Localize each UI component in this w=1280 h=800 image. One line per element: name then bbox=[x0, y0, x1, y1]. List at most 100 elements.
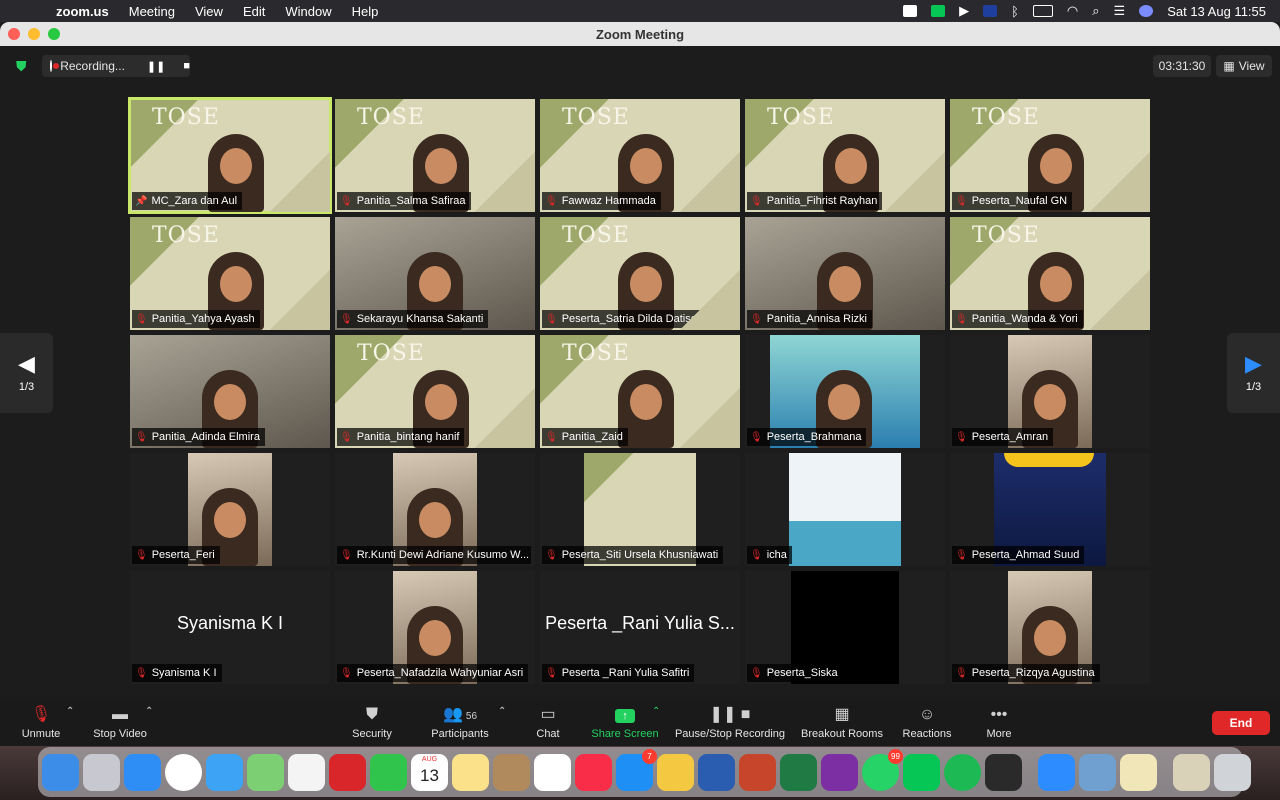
books-icon[interactable] bbox=[657, 753, 694, 791]
minimize-window-button[interactable] bbox=[28, 28, 40, 40]
participant-video-tile[interactable]: 🎙Peserta_Satria Dilda Datischa bbox=[540, 217, 740, 330]
participant-video-tile[interactable]: 🎙 Peserta_Brahmana bbox=[745, 335, 945, 448]
participant-video-tile[interactable]: 🎙 Peserta_Nafadzila Wahyuniar Asri bbox=[335, 571, 535, 684]
fullscreen-window-button[interactable] bbox=[48, 28, 60, 40]
pause-stop-recording-button[interactable]: ❚❚ ■ Pause/Stop Recording bbox=[674, 704, 786, 740]
participant-video-tile[interactable]: 🎙 Panitia_Annisa Rizki bbox=[745, 217, 945, 330]
zoom-status-icon[interactable] bbox=[903, 5, 918, 17]
reminders-icon[interactable] bbox=[534, 753, 571, 791]
next-page-button[interactable]: ▶ 1/3 bbox=[1227, 333, 1280, 413]
word-icon[interactable] bbox=[698, 753, 735, 791]
facetime-icon[interactable] bbox=[370, 753, 407, 791]
participant-video-tile[interactable]: 🎙 Sekarayu Khansa Sakanti bbox=[335, 217, 535, 330]
participant-video-tile[interactable]: Peserta _Rani Yulia S... 🎙 Peserta _Rani Y… bbox=[540, 571, 740, 684]
participant-name: Sekarayu Khansa Sakanti bbox=[356, 313, 484, 325]
breakout-rooms-button[interactable]: ▦ Breakout Rooms bbox=[800, 704, 884, 740]
pause-recording-icon[interactable]: ❚❚ bbox=[147, 60, 165, 73]
end-meeting-button[interactable]: End bbox=[1212, 711, 1270, 735]
finder-icon[interactable] bbox=[42, 753, 79, 791]
line-icon[interactable] bbox=[903, 753, 940, 791]
participant-video-tile[interactable]: 🎙 Peserta_Siti Ursela Khusniawati bbox=[540, 453, 740, 566]
stop-recording-icon[interactable]: ■ bbox=[183, 60, 190, 72]
stop-video-button[interactable]: ▬ Stop Video bbox=[90, 704, 150, 740]
participant-video-tile[interactable]: 🎙 Panitia_Adinda Elmira bbox=[130, 335, 330, 448]
participant-video-tile[interactable]: 🎙 Peserta_Rizqya Agustina bbox=[950, 571, 1150, 684]
participant-video-tile[interactable]: 🎙Panitia_Zaid bbox=[540, 335, 740, 448]
window-title: Zoom Meeting bbox=[595, 26, 685, 42]
participant-video-tile[interactable]: Syanisma K I 🎙 Syanisma K I bbox=[130, 571, 330, 684]
participant-video-tile[interactable]: 🎙Panitia_Salma Safiraa bbox=[335, 99, 535, 212]
close-window-button[interactable] bbox=[8, 28, 20, 40]
play-status-icon[interactable]: ▶ bbox=[959, 3, 969, 19]
control-center-icon[interactable]: ☰ bbox=[1114, 3, 1126, 19]
trash-icon[interactable] bbox=[1214, 753, 1251, 791]
participant-face bbox=[214, 502, 246, 538]
contacts-icon[interactable] bbox=[493, 753, 530, 791]
share-options-chevron-icon[interactable]: ⌃ bbox=[652, 706, 660, 717]
quicktime-icon[interactable] bbox=[985, 753, 1022, 791]
excel-icon[interactable] bbox=[780, 753, 817, 791]
zoom-icon[interactable] bbox=[1038, 753, 1075, 791]
participant-video-tile[interactable]: 🎙Fawwaz Hammada bbox=[540, 99, 740, 212]
view-button[interactable]: ▦ View bbox=[1216, 55, 1272, 77]
menu-help[interactable]: Help bbox=[342, 4, 389, 19]
participant-video-tile[interactable]: 🎙 Peserta_Ahmad Suud bbox=[950, 453, 1150, 566]
encryption-shield-icon[interactable]: ⛊ bbox=[16, 58, 32, 74]
notes-icon[interactable] bbox=[452, 753, 489, 791]
app-store-icon[interactable]: 7 bbox=[616, 748, 657, 791]
participant-video-tile[interactable]: 🎙 Peserta_Feri bbox=[130, 453, 330, 566]
calendar-icon[interactable]: AUG 13 bbox=[411, 753, 448, 791]
menubar-clock[interactable]: Sat 13 Aug 11:55 bbox=[1167, 4, 1266, 19]
mail-icon[interactable] bbox=[206, 753, 243, 791]
participant-video-tile[interactable]: 🎙Panitia_Yahya Ayash bbox=[130, 217, 330, 330]
video-options-chevron-icon[interactable]: ⌃ bbox=[145, 706, 153, 717]
previous-page-button[interactable]: ◀ 1/3 bbox=[0, 333, 53, 413]
powerpoint-icon[interactable] bbox=[739, 753, 776, 791]
spotlight-search-icon[interactable]: ⌕ bbox=[1092, 3, 1099, 19]
downloads-stack-icon[interactable] bbox=[1173, 753, 1210, 791]
participant-video-tile[interactable]: 🎙 Peserta_Siska bbox=[745, 571, 945, 684]
participant-video-tile[interactable]: 🎙Panitia_Wanda & Yori bbox=[950, 217, 1150, 330]
participant-video-tile[interactable]: 🎙 Peserta_Amran bbox=[950, 335, 1150, 448]
safari-icon[interactable] bbox=[124, 753, 161, 791]
grid-view-icon: ▦ bbox=[1223, 59, 1235, 73]
battery-icon[interactable] bbox=[1032, 5, 1053, 17]
launchpad-icon[interactable] bbox=[83, 753, 120, 791]
line-status-icon[interactable] bbox=[931, 5, 946, 17]
menu-window[interactable]: Window bbox=[275, 4, 341, 19]
flag-icon[interactable] bbox=[983, 5, 998, 17]
participant-video-tile[interactable]: 🎙 Rr.Kunti Dewi Adriane Kusumo W... bbox=[335, 453, 535, 566]
participants-chevron-icon[interactable]: ⌃ bbox=[498, 706, 506, 717]
menu-meeting[interactable]: Meeting bbox=[119, 4, 185, 19]
participant-name: Panitia_bintang hanif bbox=[356, 431, 460, 443]
music-icon[interactable] bbox=[575, 753, 612, 791]
siri-icon[interactable] bbox=[1139, 5, 1154, 17]
chrome-icon[interactable] bbox=[165, 753, 202, 791]
participant-video-tile[interactable]: 🎙Panitia_Fihrist Rayhan bbox=[745, 99, 945, 212]
participant-video-tile[interactable]: 🎙 icha bbox=[745, 453, 945, 566]
unmute-button[interactable]: 🎙 Unmute bbox=[20, 704, 62, 740]
more-button[interactable]: ••• More bbox=[984, 704, 1014, 740]
audio-options-chevron-icon[interactable]: ⌃ bbox=[66, 706, 74, 717]
menu-view[interactable]: View bbox=[185, 4, 233, 19]
bluetooth-icon[interactable]: ᛒ bbox=[1011, 4, 1019, 19]
whatsapp-icon[interactable]: 99 bbox=[862, 748, 903, 791]
menu-edit[interactable]: Edit bbox=[233, 4, 275, 19]
photo-booth-icon[interactable] bbox=[329, 753, 366, 791]
photos-icon[interactable] bbox=[288, 753, 325, 791]
spotify-icon[interactable] bbox=[944, 753, 981, 791]
onenote-icon[interactable] bbox=[821, 753, 858, 791]
script-editor-icon[interactable] bbox=[1120, 753, 1157, 791]
chat-button[interactable]: ▭ Chat bbox=[532, 704, 564, 740]
share-screen-button[interactable]: ↑ Share Screen bbox=[590, 704, 660, 740]
wifi-icon[interactable]: ◠ bbox=[1067, 3, 1078, 19]
maps-icon[interactable] bbox=[247, 753, 284, 791]
menu-app-name[interactable]: zoom.us bbox=[46, 4, 119, 19]
participant-video-tile[interactable]: 🎙Peserta_Naufal GN bbox=[950, 99, 1150, 212]
participants-button[interactable]: 👥 56 Participants bbox=[428, 704, 492, 740]
participant-video-tile[interactable]: 📌MC_Zara dan Aul bbox=[128, 97, 332, 214]
reactions-button[interactable]: ☺ Reactions bbox=[900, 704, 954, 740]
preview-icon[interactable] bbox=[1079, 753, 1116, 791]
security-button[interactable]: ⛊ Security bbox=[350, 704, 394, 740]
participant-video-tile[interactable]: 🎙Panitia_bintang hanif bbox=[335, 335, 535, 448]
